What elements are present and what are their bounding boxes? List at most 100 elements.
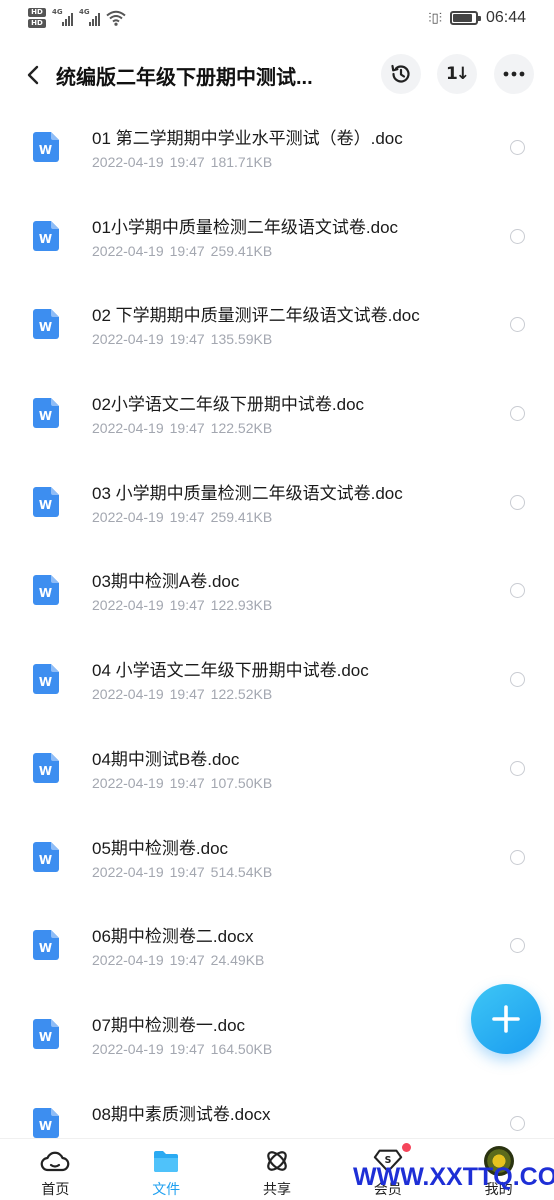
file-list-item[interactable]: W 01小学期中质量检测二年级语文试卷.doc 2022-04-19 19:47 2…: [0, 191, 554, 280]
file-time: 19:47: [169, 597, 205, 614]
file-size: 122.93KB: [210, 597, 273, 614]
file-meta: 2022-04-19 19:47 259.41KB: [92, 243, 278, 259]
file-list-item[interactable]: W 05期中检测卷.doc 2022-04-19 19:47 514.54KB: [0, 812, 554, 901]
file-list-item[interactable]: W 02 下学期期中质量测评二年级语文试卷.doc 2022-04-19 19:4…: [0, 279, 554, 368]
file-date: 2022-04-19: [92, 420, 164, 437]
select-radio[interactable]: [510, 1115, 525, 1131]
file-list-item[interactable]: W 03期中检测A卷.doc 2022-04-19 19:47 122.93KB: [0, 545, 554, 634]
svg-text:W: W: [39, 675, 52, 689]
select-radio[interactable]: [510, 672, 525, 688]
sort-icon: 1↓: [445, 64, 470, 84]
hd-indicators: HD HD: [28, 8, 46, 28]
file-list-item[interactable]: W 02小学语文二年级下册期中试卷.doc 2022-04-19 19:47 122…: [0, 368, 554, 457]
nav-item-share[interactable]: 共享: [222, 1139, 333, 1200]
svg-text:W: W: [39, 498, 52, 512]
history-icon: [391, 64, 410, 83]
file-list-item[interactable]: W 04 小学语文二年级下册期中试卷.doc 2022-04-19 19:47 12…: [0, 634, 554, 723]
vibrate-icon: ⫶▯⫶: [428, 10, 442, 26]
word-doc-icon: W: [33, 664, 59, 695]
file-list-item[interactable]: W 07期中检测卷一.doc 2022-04-19 19:47 164.50KB: [0, 989, 554, 1078]
file-name: 02小学语文二年级下册期中试卷.doc: [92, 395, 365, 415]
file-date: 2022-04-19: [92, 774, 164, 791]
file-list-item[interactable]: W 04期中测试B卷.doc 2022-04-19 19:47 107.50KB: [0, 723, 554, 812]
file-date: 2022-04-19: [92, 952, 164, 969]
svg-text:W: W: [39, 764, 52, 778]
file-time: 19:47: [169, 774, 205, 791]
svg-text:W: W: [39, 853, 52, 867]
history-button[interactable]: [381, 54, 421, 94]
select-radio[interactable]: [510, 406, 525, 422]
file-time: 19:47: [169, 1040, 205, 1057]
page-title: 统编版二年级下册期中测试...: [56, 67, 313, 89]
word-doc-icon: W: [33, 1107, 59, 1138]
file-date: 2022-04-19: [92, 863, 164, 880]
svg-text:W: W: [39, 1119, 52, 1133]
file-name: 06期中检测卷二.docx: [92, 927, 254, 947]
word-doc-icon: W: [33, 575, 59, 606]
file-time: 19:47: [169, 686, 205, 703]
word-doc-icon: W: [33, 309, 59, 340]
file-list-item[interactable]: W 01 第二学期期中学业水平测试（卷）.doc 2022-04-19 19:47…: [0, 102, 554, 191]
folder-icon: [154, 1151, 179, 1172]
file-meta: 2022-04-19 19:47 135.59KB: [92, 331, 278, 347]
network-type: 4G: [79, 8, 90, 16]
header: 统编版二年级下册期中测试... 1↓: [0, 50, 554, 100]
status-right: ⫶▯⫶ 06:44: [428, 9, 526, 27]
battery-fill: [452, 14, 472, 22]
file-meta: 2022-04-19 19:47 24.49KB: [92, 952, 270, 968]
select-radio[interactable]: [510, 760, 525, 776]
notification-dot: [401, 1143, 411, 1152]
signal-icon: 4G: [52, 8, 73, 26]
file-size: 24.49KB: [210, 952, 265, 969]
select-radio[interactable]: [510, 938, 525, 954]
hd-badge: HD: [28, 8, 46, 17]
file-meta: 2022-04-19 19:47 122.52KB: [92, 420, 278, 436]
word-doc-icon: W: [33, 752, 59, 783]
back-button[interactable]: [18, 60, 48, 90]
file-size: 164.50KB: [210, 1040, 273, 1057]
more-button[interactable]: [494, 54, 534, 94]
signal-icon: 4G: [79, 8, 100, 26]
file-name: 04 小学语文二年级下册期中试卷.doc: [92, 661, 369, 681]
select-radio[interactable]: [510, 317, 525, 333]
sort-button[interactable]: 1↓: [437, 54, 477, 94]
file-date: 2022-04-19: [92, 331, 164, 348]
hd-badge: HD: [28, 19, 46, 28]
cloud-home-icon: [41, 1151, 70, 1172]
svg-text:W: W: [39, 1030, 52, 1044]
status-bar: HD HD 4G 4G ⫶▯⫶ 06:44: [0, 0, 554, 40]
file-size: 122.52KB: [210, 420, 273, 437]
word-doc-icon: W: [33, 1018, 59, 1049]
select-radio[interactable]: [510, 228, 525, 244]
svg-text:W: W: [39, 143, 52, 157]
file-time: 19:47: [169, 154, 205, 170]
svg-text:W: W: [39, 232, 52, 246]
select-radio[interactable]: [510, 849, 525, 865]
add-button[interactable]: [471, 984, 541, 1054]
select-radio[interactable]: [510, 583, 525, 599]
file-time: 19:47: [169, 508, 205, 525]
file-size: 122.52KB: [210, 686, 273, 703]
network-type: 4G: [52, 8, 63, 16]
file-list[interactable]: W 01 第二学期期中学业水平测试（卷）.doc 2022-04-19 19:47…: [0, 102, 554, 1138]
file-time: 19:47: [169, 331, 205, 348]
back-icon: [27, 65, 39, 85]
nav-item-home[interactable]: 首页: [0, 1139, 111, 1200]
word-doc-icon: W: [33, 930, 59, 961]
file-list-item[interactable]: W 08期中素质测试卷.docx: [0, 1078, 554, 1138]
word-doc-icon: W: [33, 220, 59, 251]
file-list-item[interactable]: W 06期中检测卷二.docx 2022-04-19 19:47 24.49KB: [0, 900, 554, 989]
nav-label: 共享: [262, 1181, 291, 1197]
select-radio[interactable]: [510, 140, 525, 155]
file-size: 259.41KB: [210, 508, 273, 525]
file-size: 259.41KB: [210, 242, 273, 259]
status-left: HD HD 4G 4G: [28, 8, 126, 28]
file-name: 07期中检测卷一.doc: [92, 1015, 246, 1035]
nav-label: 文件: [152, 1181, 181, 1197]
nav-item-files[interactable]: 文件: [111, 1139, 222, 1200]
more-icon: [503, 71, 525, 77]
file-time: 19:47: [169, 952, 205, 969]
select-radio[interactable]: [510, 494, 525, 510]
file-list-item[interactable]: W 03 小学期中质量检测二年级语文试卷.doc 2022-04-19 19:47…: [0, 457, 554, 546]
file-name: 03期中检测A卷.doc: [92, 572, 240, 592]
